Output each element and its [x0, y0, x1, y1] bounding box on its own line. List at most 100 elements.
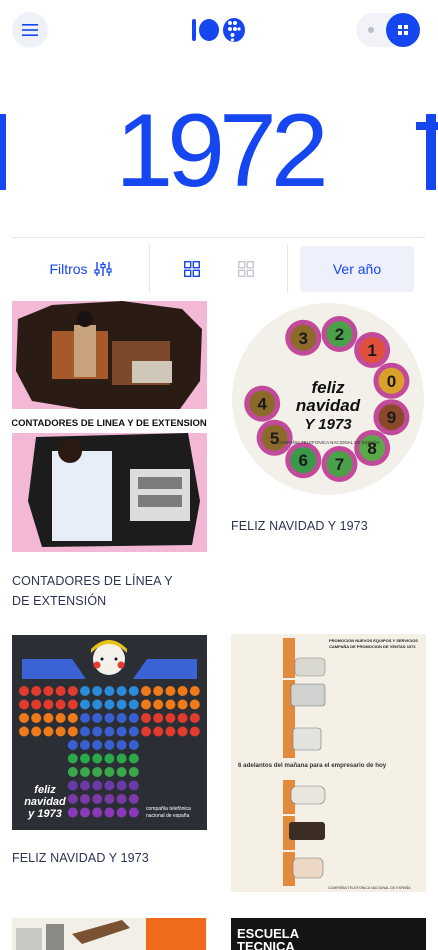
poster-dot: [116, 753, 127, 764]
telefonica-100-logo[interactable]: [191, 16, 247, 44]
poster-dot: [31, 699, 42, 710]
poster-title-line2: navidad: [24, 796, 66, 808]
poster-dot: [92, 686, 103, 696]
poster-thumbnail[interactable]: 3 210987654 feliz navidad Y 1973 COMPAÑIA…: [231, 301, 426, 497]
poster-dot: [165, 686, 176, 696]
item-caption[interactable]: CONTADORES DE LÍNEA Y DE EXTENSIÓN: [12, 571, 192, 611]
archive-item-card[interactable]: ESCUELA TECNICA: [231, 918, 426, 950]
poster-dot: [80, 807, 90, 818]
poster-dot: [92, 740, 103, 750]
poster-thumbnail[interactable]: CONTADORES DE LINEA Y DE EXTENSION: [12, 301, 207, 552]
poster-dot: [92, 699, 103, 710]
poster-dot: [104, 740, 115, 750]
poster-dot: [31, 713, 42, 723]
poster-thumbnail[interactable]: feliz navidad y 1973 compañía telefónica…: [12, 635, 207, 830]
poster-dot: [128, 780, 139, 791]
top-bar: [0, 0, 438, 62]
poster-dot: [116, 767, 127, 777]
poster-dot: [31, 686, 42, 696]
poster-dot: [80, 794, 90, 804]
poster-dot: [67, 699, 78, 710]
dial-digit: 1: [367, 341, 376, 360]
grid-small-icon[interactable]: [237, 261, 254, 277]
poster-dot: [19, 686, 29, 696]
poster-thumbnail[interactable]: [12, 918, 207, 950]
poster-dot: [80, 713, 90, 723]
menu-button[interactable]: [12, 12, 48, 48]
poster-dot: [80, 699, 90, 710]
poster-dot: [19, 726, 29, 737]
poster-dot: [116, 794, 127, 804]
poster-dot: [67, 740, 78, 750]
archive-item-card[interactable]: 3210987654 feliz navidad Y 1973 COMPAÑIA…: [231, 301, 426, 541]
filters-button[interactable]: Filtros: [12, 245, 149, 293]
poster-dot: [165, 726, 176, 737]
next-year-peek[interactable]: [416, 114, 438, 190]
poster-dot: [189, 726, 200, 737]
poster-dot: [104, 767, 115, 777]
poster-dot: [128, 726, 139, 737]
poster-dot: [92, 713, 103, 723]
poster-dot: [43, 713, 54, 723]
dial-digit: 6: [299, 451, 308, 470]
filter-bar: Filtros Ver año: [12, 245, 426, 293]
poster-dot: [67, 726, 78, 737]
poster-dot: [153, 713, 164, 723]
poster-subtitle: compañía telefónica: [146, 806, 191, 812]
archive-item-card[interactable]: PROMOCION NUEVOS EQUIPOS Y SERVICIOS CAM…: [231, 634, 426, 892]
poster-dot: [128, 767, 139, 777]
poster-dot: [116, 807, 127, 818]
poster-dot: [104, 713, 115, 723]
poster-dot: [55, 699, 66, 710]
poster-dot: [128, 686, 139, 696]
poster-dot: [104, 753, 115, 764]
poster-dot: [189, 699, 200, 710]
poster-dot: [92, 794, 103, 804]
poster-dot: [67, 686, 78, 696]
poster-dot: [165, 713, 176, 723]
poster-title-line2: TECNICA: [237, 939, 295, 950]
poster-dot: [92, 726, 103, 737]
filters-label: Filtros: [49, 261, 88, 277]
poster-dot: [104, 726, 115, 737]
poster-heading: PROMOCION NUEVOS EQUIPOS Y SERVICIOS: [329, 638, 418, 643]
poster-dot: [128, 794, 139, 804]
view-mode-toggle[interactable]: [356, 13, 420, 47]
poster-dot: [104, 699, 115, 710]
toggle-knob[interactable]: [386, 13, 420, 47]
poster-heading: CAMPAÑA DE PROMOCION DE VENTAS 1972: [329, 644, 416, 649]
dial-digit: 9: [387, 408, 396, 427]
poster-dot: [55, 726, 66, 737]
poster-dot: [104, 686, 115, 696]
grid-large-icon[interactable]: [183, 261, 200, 277]
poster-dot: [128, 807, 139, 818]
item-caption[interactable]: FELIZ NAVIDAD Y 1973: [12, 848, 202, 868]
poster-dot: [80, 753, 90, 764]
poster-dot: [128, 753, 139, 764]
item-caption[interactable]: FELIZ NAVIDAD Y 1973: [231, 516, 421, 536]
poster-subtitle: COMPAÑIA TELEFONICA NACIONAL DE ESPAÑA: [276, 439, 379, 445]
archive-item-card[interactable]: feliz navidad y 1973 compañía telefónica…: [12, 635, 207, 875]
poster-dot: [43, 686, 54, 696]
poster-thumbnail[interactable]: ESCUELA TECNICA: [231, 918, 426, 950]
poster-text: CONTADORES DE LINEA Y DE EXTENSION: [12, 418, 207, 429]
poster-dot: [141, 713, 151, 723]
poster-dot: [128, 713, 139, 723]
archive-item-card[interactable]: [12, 918, 207, 950]
poster-dot: [153, 726, 164, 737]
poster-dot: [92, 780, 103, 791]
toggle-off-dot: [368, 27, 374, 33]
poster-thumbnail[interactable]: PROMOCION NUEVOS EQUIPOS Y SERVICIOS CAM…: [231, 634, 426, 892]
year-header: 1972: [0, 92, 438, 210]
separator: [287, 245, 288, 293]
archive-item-card[interactable]: CONTADORES DE LINEA Y DE EXTENSION CONTA…: [12, 301, 207, 611]
poster-dot: [116, 686, 127, 696]
poster-title-line3: y 1973: [27, 808, 62, 820]
poster-dot: [189, 713, 200, 723]
dial-digit: 3: [299, 329, 308, 348]
poster-dot: [92, 807, 103, 818]
see-year-button[interactable]: Ver año: [300, 246, 414, 292]
poster-dot: [116, 713, 127, 723]
poster-dot: [141, 726, 151, 737]
poster-dot: [80, 726, 90, 737]
